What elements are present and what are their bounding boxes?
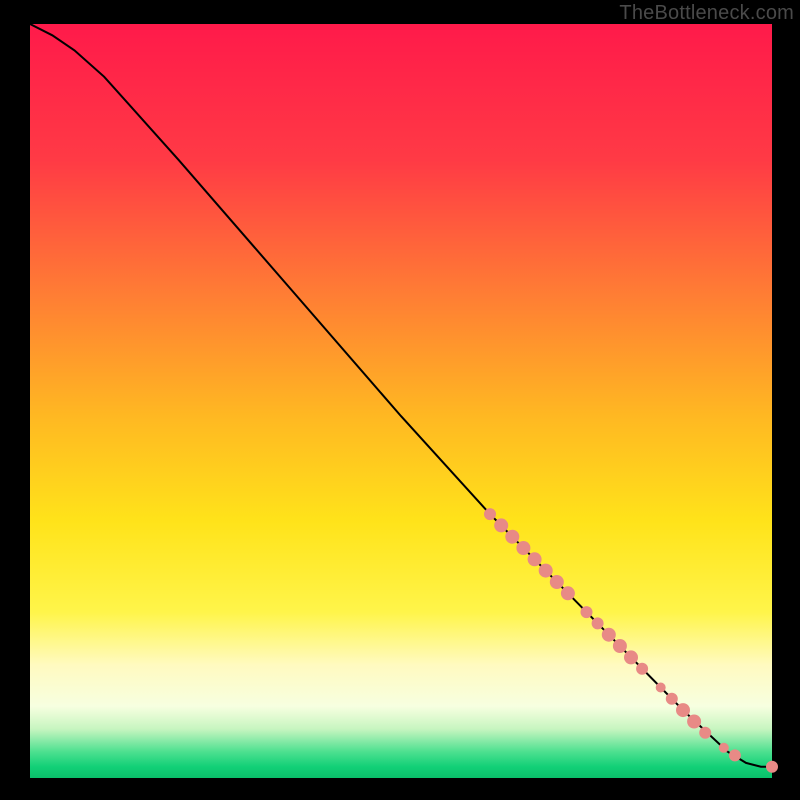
- data-point: [729, 749, 741, 761]
- data-point: [766, 761, 778, 773]
- data-point: [636, 663, 648, 675]
- chart-frame: TheBottleneck.com: [0, 0, 800, 800]
- data-point: [613, 639, 627, 653]
- watermark-text: TheBottleneck.com: [619, 2, 794, 25]
- data-point: [687, 715, 701, 729]
- data-point: [539, 564, 553, 578]
- data-point: [719, 743, 729, 753]
- chart-svg: [0, 0, 800, 800]
- data-point: [592, 617, 604, 629]
- data-point: [666, 693, 678, 705]
- data-point: [516, 541, 530, 555]
- data-point: [494, 518, 508, 532]
- data-point: [550, 575, 564, 589]
- data-point: [581, 606, 593, 618]
- data-point: [602, 628, 616, 642]
- plot-background: [30, 24, 772, 778]
- data-point: [561, 586, 575, 600]
- data-point: [656, 683, 666, 693]
- data-point: [505, 530, 519, 544]
- data-point: [528, 552, 542, 566]
- data-point: [676, 703, 690, 717]
- data-point: [624, 650, 638, 664]
- data-point: [484, 508, 496, 520]
- data-point: [699, 727, 711, 739]
